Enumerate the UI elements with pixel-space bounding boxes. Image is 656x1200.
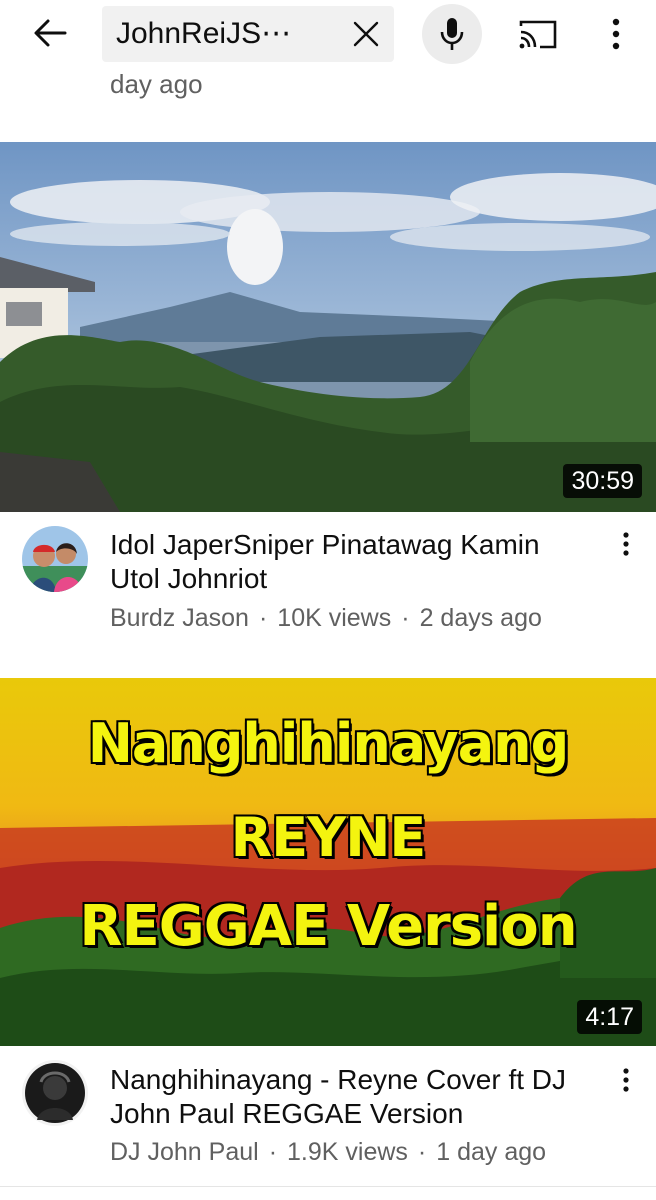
thumbnail-caption-line: Nanghihinayang — [87, 712, 570, 775]
arrow-left-icon — [34, 19, 67, 47]
back-button[interactable] — [22, 10, 78, 56]
upload-age: 1 day ago — [436, 1138, 547, 1166]
meta-separator: · — [401, 604, 410, 632]
cast-button[interactable] — [512, 12, 564, 56]
avatar-image — [22, 1060, 88, 1126]
video-duration-badge: 30:59 — [563, 464, 642, 498]
upload-age: 2 days ago — [419, 604, 542, 632]
view-count: 10K views — [277, 604, 392, 632]
channel-name[interactable]: Burdz Jason — [110, 604, 249, 632]
video-duration-badge: 4:17 — [577, 1000, 642, 1034]
search-field[interactable]: JohnReiJS⋯ — [102, 6, 394, 62]
cast-icon — [519, 20, 557, 49]
more-vertical-icon — [623, 1068, 629, 1092]
thumbnail-caption-line: REGGAE Version — [79, 894, 577, 959]
channel-avatar[interactable] — [22, 1060, 88, 1126]
meta-separator: · — [417, 1138, 427, 1166]
landscape-thumbnail-image — [0, 142, 656, 512]
bottom-navigation-bar — [0, 1186, 656, 1200]
microphone-icon — [440, 18, 464, 50]
channel-avatar[interactable] — [22, 526, 88, 592]
meta-separator: · — [268, 1138, 278, 1166]
view-count: 1.9K views — [287, 1138, 408, 1166]
video-meta: DJ John Paul · 1.9K views · 1 day ago — [110, 1138, 546, 1167]
more-vertical-icon — [623, 532, 629, 556]
top-app-bar: JohnReiJS⋯ — [0, 0, 656, 66]
video-more-button[interactable] — [610, 522, 642, 566]
video-thumbnail[interactable]: 30:59 — [0, 142, 656, 512]
video-title[interactable]: Idol JaperSniper Pinatawag Kamin Utol Jo… — [110, 528, 588, 596]
meta-separator: · — [258, 604, 268, 632]
previous-video-meta: day ago — [110, 69, 203, 99]
more-vertical-icon — [612, 18, 620, 50]
clear-search-button[interactable] — [348, 16, 384, 52]
voice-search-button[interactable] — [422, 4, 482, 64]
more-options-button[interactable] — [598, 12, 634, 56]
video-title[interactable]: Nanghihinayang - Reyne Cover ft DJ John … — [110, 1063, 588, 1131]
close-icon — [353, 21, 379, 47]
avatar-image — [22, 526, 88, 592]
thumbnail-caption-line: REYNE — [230, 806, 427, 869]
channel-name[interactable]: DJ John Paul — [110, 1138, 259, 1166]
video-more-button[interactable] — [610, 1058, 642, 1102]
search-query-text: JohnReiJS⋯ — [116, 17, 292, 50]
video-meta: Burdz Jason · 10K views · 2 days ago — [110, 604, 542, 633]
